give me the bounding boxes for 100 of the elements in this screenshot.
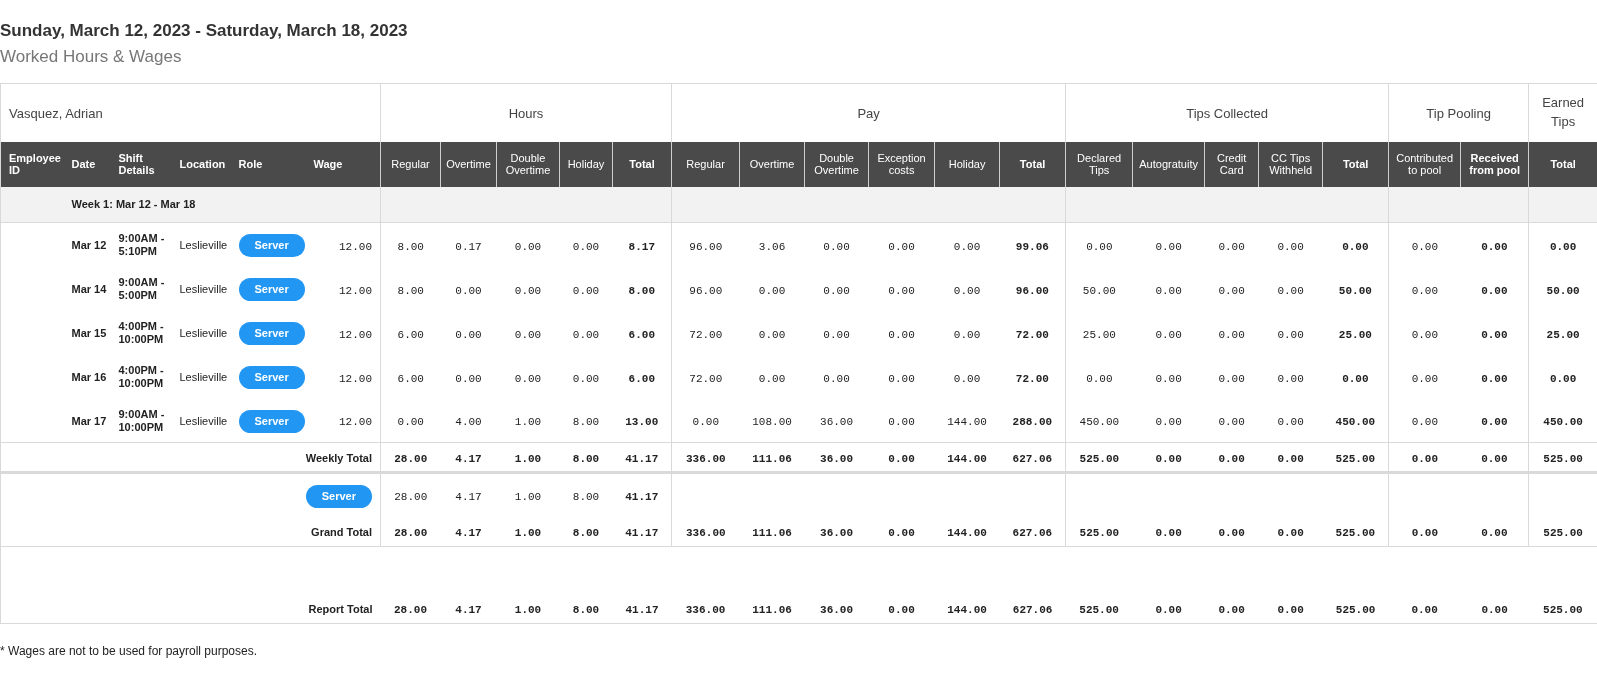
- table-cell: 525.00: [1079, 453, 1120, 465]
- table-cell: 1.00: [514, 416, 542, 429]
- footnote: * Wages are not to be used for payroll purposes.: [0, 644, 258, 658]
- table-cell: 0.00: [1481, 284, 1508, 297]
- column-header: Holiday: [559, 141, 613, 187]
- table-cell: 50.00: [1082, 284, 1116, 297]
- table-cell: 0.00: [758, 284, 786, 297]
- table-cell: Leslieville: [179, 326, 228, 339]
- table-cell: 36.00: [820, 604, 854, 617]
- table-cell: 0.00: [1277, 416, 1304, 429]
- table-cell: 0.00: [1481, 328, 1508, 341]
- table-cell: 28.00: [394, 527, 428, 540]
- table-cell: 144.00: [947, 453, 987, 465]
- column-header: Holiday: [934, 141, 1000, 187]
- table-cell: 0.00: [1481, 416, 1508, 429]
- table-cell: 336.00: [685, 604, 726, 617]
- table-cell: 12.00: [339, 240, 372, 253]
- table-cell: 13.00: [625, 416, 659, 429]
- table-cell: 4.17: [455, 453, 482, 465]
- table-cell: 0.00: [1155, 240, 1182, 253]
- table-cell: 525.00: [1543, 453, 1583, 465]
- table-cell: 99.06: [1015, 240, 1049, 253]
- table-cell: 6.00: [397, 372, 424, 385]
- table-cell: Leslieville: [179, 414, 228, 427]
- table-cell: 0.00: [1086, 372, 1113, 385]
- table-cell: 0.00: [1481, 453, 1508, 465]
- table-cell: 111.06: [752, 527, 792, 540]
- table-cell: 0.00: [1218, 416, 1245, 429]
- table-cell: 41.17: [625, 453, 659, 465]
- role-tag: Server: [305, 484, 372, 508]
- table-cell: 8.00: [572, 416, 600, 429]
- table-cell: 0.00: [823, 372, 850, 385]
- table-cell: 0.00: [1155, 527, 1182, 540]
- column-header: Autogratuity: [1132, 141, 1205, 187]
- table-cell: 0.00: [1342, 372, 1369, 385]
- table-cell: 96.00: [1015, 284, 1049, 297]
- table-cell: 8.00: [572, 453, 600, 465]
- table-cell: 0.00: [455, 372, 482, 385]
- role-tag: Server: [238, 278, 305, 301]
- table-cell: 525.00: [1079, 527, 1120, 540]
- table-cell: 0.00: [1155, 372, 1182, 385]
- column-header: Total: [612, 141, 672, 187]
- table-cell: 0.00: [888, 284, 915, 297]
- table-cell: 525.00: [1543, 604, 1583, 617]
- table-cell: 0.00: [823, 240, 850, 253]
- table-cell: 0.00: [1277, 453, 1304, 465]
- table-cell: 28.00: [394, 491, 428, 504]
- table-cell: 6.00: [397, 328, 424, 341]
- table-cell: 8.00: [572, 527, 600, 540]
- table-cell: 0.17: [455, 240, 482, 253]
- table-cell: 0.00: [514, 284, 542, 297]
- table-cell: Leslieville: [179, 370, 228, 383]
- table-cell: 0.00: [397, 416, 424, 429]
- table-cell: 0.00: [1218, 328, 1245, 341]
- column-header: Location: [171, 141, 231, 187]
- table-cell: 1.00: [514, 453, 542, 465]
- table-cell: 0.00: [1411, 284, 1439, 297]
- table-cell: 627.06: [1012, 453, 1053, 465]
- role-tag: Server: [238, 366, 305, 389]
- table-cell: 8.00: [397, 284, 424, 297]
- table-cell: 0.00: [953, 328, 981, 341]
- table-cell: 0.00: [1481, 527, 1508, 540]
- table-cell: 0.00: [1155, 284, 1182, 297]
- table-cell: 0.00: [1277, 284, 1304, 297]
- table-cell: 525.00: [1335, 453, 1376, 465]
- table-cell-text: 4:00PM - 10:00PM: [118, 363, 165, 390]
- table-cell: 0.00: [888, 604, 915, 617]
- table-cell: 0.00: [1411, 372, 1439, 385]
- table-cell: 6.00: [628, 328, 655, 341]
- table-cell: 0.00: [1155, 328, 1182, 341]
- table-cell: 0.00: [1218, 453, 1245, 465]
- table-cell: 336.00: [686, 453, 726, 465]
- column-header: Date: [63, 141, 111, 187]
- table-cell: 450.00: [1543, 416, 1583, 429]
- table-cell: 1.00: [514, 527, 542, 540]
- group-header: Tip Pooling: [1426, 104, 1491, 123]
- table-cell: 144.00: [947, 604, 987, 617]
- table-cell: 0.00: [1277, 527, 1304, 540]
- table-cell: Mar 15: [71, 326, 107, 339]
- table-cell: 0.00: [1411, 328, 1439, 341]
- table-cell: 25.00: [1546, 328, 1580, 341]
- column-header: Double Overtime: [804, 141, 869, 187]
- column-header: Exception costs: [868, 141, 935, 187]
- table-cell: 0.00: [888, 416, 915, 429]
- table-cell: 0.00: [1411, 240, 1439, 253]
- table-cell: 0.00: [1155, 604, 1182, 617]
- table-cell: 0.00: [888, 372, 915, 385]
- table-cell: 72.00: [689, 328, 723, 341]
- report-date-range: Sunday, March 12, 2023 - Saturday, March 18, 2023: [0, 20, 408, 42]
- table-cell: 0.00: [1277, 328, 1304, 341]
- table-cell: 72.00: [1015, 328, 1049, 341]
- table-cell: 28.00: [394, 604, 427, 617]
- table-cell: 627.06: [1012, 604, 1053, 617]
- table-cell: 627.06: [1012, 527, 1053, 540]
- table-cell: 0.00: [514, 240, 542, 253]
- employee-name: Vasquez, Adrian: [9, 105, 103, 121]
- table-cell: 25.00: [1082, 328, 1116, 341]
- table-cell: 0.00: [1411, 453, 1439, 465]
- table-cell: 108.00: [752, 416, 792, 429]
- table-cell: 525.00: [1335, 527, 1376, 540]
